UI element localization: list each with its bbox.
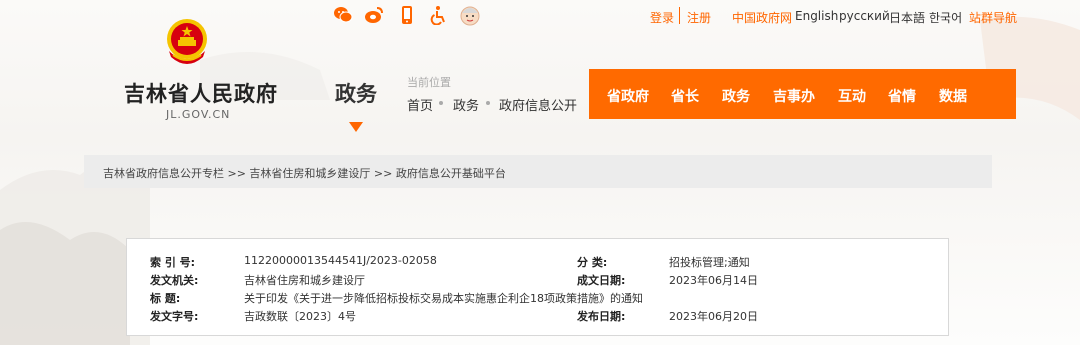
korean-link[interactable]: 한국어: [929, 9, 962, 26]
japanese-link[interactable]: 日本語: [889, 9, 925, 26]
breadcrumb[interactable]: 吉林省政府信息公开专栏 >> 吉林省住房和城乡建设厅 >> 政府信息公开基础平台: [103, 165, 506, 181]
category-label: 分 类:: [577, 256, 608, 269]
doc-number-label: 发文字号:: [150, 310, 199, 323]
mobile-icon[interactable]: [397, 5, 417, 25]
written-date-label: 成文日期:: [577, 274, 626, 287]
category-value: 招投标管理;通知: [669, 256, 750, 269]
site-group-nav-link[interactable]: 站群导航: [969, 9, 1017, 26]
china-gov-link[interactable]: 中国政府网: [732, 9, 792, 26]
location-crumb-home[interactable]: 首页: [407, 95, 433, 114]
register-link[interactable]: 注册: [687, 9, 711, 26]
issuer-value: 吉林省住房和城乡建设厅: [244, 274, 365, 287]
nav-item-governor[interactable]: 省长: [671, 86, 699, 106]
location-crumb-info-public[interactable]: 政府信息公开: [499, 95, 577, 114]
english-link[interactable]: English: [795, 9, 838, 23]
weibo-icon[interactable]: [364, 5, 384, 25]
location-label: 当前位置: [407, 76, 451, 89]
location-crumb-affairs[interactable]: 政务: [453, 95, 479, 114]
site-name[interactable]: 吉林省人民政府: [124, 78, 278, 108]
login-link[interactable]: 登录: [650, 9, 674, 26]
section-arrow-icon: [349, 122, 363, 132]
location-separator: [486, 101, 490, 105]
nav-item-interaction[interactable]: 互动: [838, 86, 866, 106]
main-nav: 省政府 省长 政务 吉事办 互动 省情 数据: [589, 69, 1016, 119]
publish-date-value: 2023年06月20日: [669, 310, 758, 323]
russian-link[interactable]: русский: [839, 9, 890, 23]
written-date-value: 2023年06月14日: [669, 274, 758, 287]
nav-item-data[interactable]: 数据: [939, 86, 967, 106]
issuer-label: 发文机关:: [150, 274, 199, 287]
doc-number-value: 吉政数联〔2023〕4号: [244, 310, 356, 323]
accessibility-icon[interactable]: [429, 5, 449, 25]
login-divider: [679, 7, 680, 24]
nav-item-jishiban[interactable]: 吉事办: [773, 86, 815, 106]
index-number-value: 11220000013544541J/2023-02058: [244, 254, 437, 267]
nav-item-province-info[interactable]: 省情: [888, 86, 916, 106]
title-value: 关于印发《关于进一步降低招标投标交易成本实施惠企利企18项政策措施》的通知: [244, 292, 643, 305]
nav-item-province-gov[interactable]: 省政府: [607, 86, 649, 106]
index-number-label: 索 引 号:: [150, 256, 196, 269]
site-domain: JL.GOV.CN: [166, 108, 231, 121]
section-title: 政务: [335, 82, 377, 106]
publish-date-label: 发布日期:: [577, 310, 626, 323]
national-emblem-icon[interactable]: [163, 17, 211, 69]
title-label: 标 题:: [150, 292, 181, 305]
location-separator: [439, 101, 443, 105]
elderly-mode-icon[interactable]: [458, 3, 482, 27]
nav-item-affairs[interactable]: 政务: [722, 86, 750, 106]
wechat-icon[interactable]: [333, 5, 353, 25]
